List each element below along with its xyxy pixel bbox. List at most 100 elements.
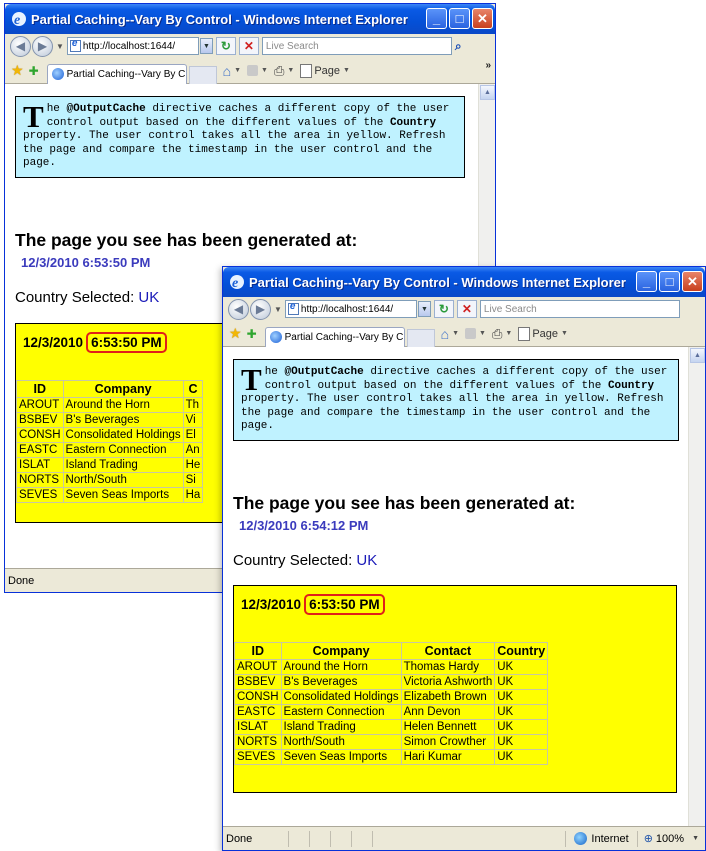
cell-contact: Ha [182,487,204,503]
country-value: UK [138,289,160,306]
page-icon [69,38,81,52]
user-control-area: 12/3/2010 6:53:50 PM ID Company Contact C… [233,585,677,793]
status-cell [330,830,349,847]
url-text: http://localhost:1644/ [82,40,176,52]
refresh-button[interactable]: ↻ [215,37,236,55]
customers-grid: ID Company C AROUT Around the Horn Th BSBEV… [16,380,204,503]
history-dropdown-icon[interactable]: ▼ [274,305,282,314]
maximize-button[interactable]: □ [659,271,680,292]
title-bar[interactable]: e Partial Caching--Vary By Control - Win… [5,4,495,34]
cell-contact: Thomas Hardy [400,659,496,675]
tab-label: Partial Caching--Vary By C... [66,68,187,80]
minimize-button[interactable]: _ [636,271,657,292]
vertical-scrollbar[interactable]: ▲ [688,347,705,828]
cell-company: Island Trading [280,719,402,735]
search-input[interactable]: Live Search [479,300,680,318]
table-row: NORTS North/South Simon Crowther UK [234,734,549,750]
maximize-button[interactable]: □ [449,8,470,29]
print-icon: ⎙ [491,325,503,341]
page-menu-label: Page [314,64,341,77]
history-dropdown-icon[interactable]: ▼ [56,42,64,51]
home-button[interactable]: ⌂ ▼ [223,63,241,79]
cell-contact: Helen Bennett [400,719,496,735]
globe-icon [574,832,588,845]
grid-header-contact: C [182,380,204,398]
close-button[interactable]: ✕ [472,8,493,29]
search-input[interactable]: Live Search [261,37,452,55]
cell-company: Consolidated Holdings [62,427,184,443]
table-row: ISLAT Island Trading He [16,457,204,473]
add-favorites-icon[interactable]: ✚ [29,64,39,78]
back-button[interactable]: ◀ [10,35,31,57]
browser-tab[interactable]: Partial Caching--Vary By C... [264,326,405,347]
status-text: Done [8,574,35,587]
scroll-up-arrow-icon[interactable]: ▲ [690,348,705,363]
user-control-timestamp: 12/3/2010 6:53:50 PM [23,332,167,353]
search-icon[interactable]: ⌕ [455,39,462,54]
country-value: UK [356,552,378,569]
stop-button[interactable]: ✕ [238,37,259,55]
close-button[interactable]: ✕ [682,271,703,292]
favorites-star-icon[interactable]: ★ [229,325,242,342]
feeds-button[interactable]: ▼ [465,328,486,339]
cell-company: Seven Seas Imports [62,487,184,503]
user-control-timestamp: 12/3/2010 6:53:50 PM [241,594,385,615]
page-heading: The page you see has been generated at: [233,493,576,513]
cell-id: AROUT [16,397,64,413]
grid-header-contact: Contact [400,642,496,660]
forward-button[interactable]: ▶ [32,35,53,57]
cell-id: NORTS [16,472,64,488]
zoom-control[interactable]: ⊕ 100% ▼ [636,830,705,847]
browser-tab[interactable]: Partial Caching--Vary By C... [46,63,187,84]
ie-logo-icon: e [230,275,244,290]
home-button[interactable]: ⌂ ▼ [441,326,459,342]
table-row: NORTS North/South Si [16,472,204,488]
tab-label: Partial Caching--Vary By C... [284,331,405,343]
minimize-button[interactable]: _ [426,8,447,29]
forward-button[interactable]: ▶ [250,298,271,320]
url-input[interactable]: http://localhost:1644/ [284,300,417,318]
cell-contact: Elizabeth Brown [400,689,496,705]
favorites-bar: ★ ✚ Partial Caching--Vary By C... ⌂ ▼ ▼ ⎙… [223,321,705,347]
window-title: Partial Caching--Vary By Control - Windo… [249,274,626,290]
cell-contact: An [182,442,204,458]
print-button[interactable]: ⎙ ▼ [492,326,512,342]
print-button[interactable]: ⎙ ▼ [274,63,294,79]
new-tab-button[interactable] [188,65,217,84]
back-button[interactable]: ◀ [228,298,249,320]
more-tools-chevron-icon[interactable]: » [485,60,491,71]
stop-button[interactable]: ✕ [456,300,477,318]
country-label: Country Selected: [233,552,357,569]
cell-contact: Victoria Ashworth [400,674,496,690]
new-tab-button[interactable] [406,328,435,347]
svg-text:e: e [14,13,20,27]
refresh-button[interactable]: ↻ [433,300,454,318]
status-text: Done [226,832,253,845]
url-dropdown-button[interactable]: ▼ [199,38,213,54]
page-menu[interactable]: Page ▼ [300,63,350,78]
cell-contact: He [182,457,204,473]
status-bar: Done Internet ⊕ 100% ▼ [223,826,705,850]
url-input[interactable]: http://localhost:1644/ [66,37,199,55]
feeds-button[interactable]: ▼ [247,65,268,76]
add-favorites-icon[interactable]: ✚ [247,327,257,341]
cell-id: ISLAT [234,719,282,735]
url-dropdown-button[interactable]: ▼ [417,301,431,317]
cell-id: NORTS [234,734,282,750]
table-row: ISLAT Island Trading Helen Bennett UK [234,719,549,735]
grid-header-company: Company [62,380,184,398]
cell-contact: Si [182,472,204,488]
page-menu[interactable]: Page ▼ [518,326,568,341]
favorites-star-icon[interactable]: ★ [11,62,24,79]
home-icon: ⌂ [222,62,232,79]
table-row: AROUT Around the Horn Th [16,397,204,413]
security-zone[interactable]: Internet [565,830,636,847]
cell-id: SEVES [16,487,64,503]
drop-cap: T [241,362,262,397]
scroll-up-arrow-icon[interactable]: ▲ [480,85,495,100]
cell-id: CONSH [234,689,282,705]
title-bar[interactable]: e Partial Caching--Vary By Control - Win… [223,267,705,297]
customers-grid: ID Company Contact Country AROUT Around t… [234,642,549,765]
ie-window-front[interactable]: e Partial Caching--Vary By Control - Win… [222,266,706,851]
zone-label: Internet [591,832,629,845]
